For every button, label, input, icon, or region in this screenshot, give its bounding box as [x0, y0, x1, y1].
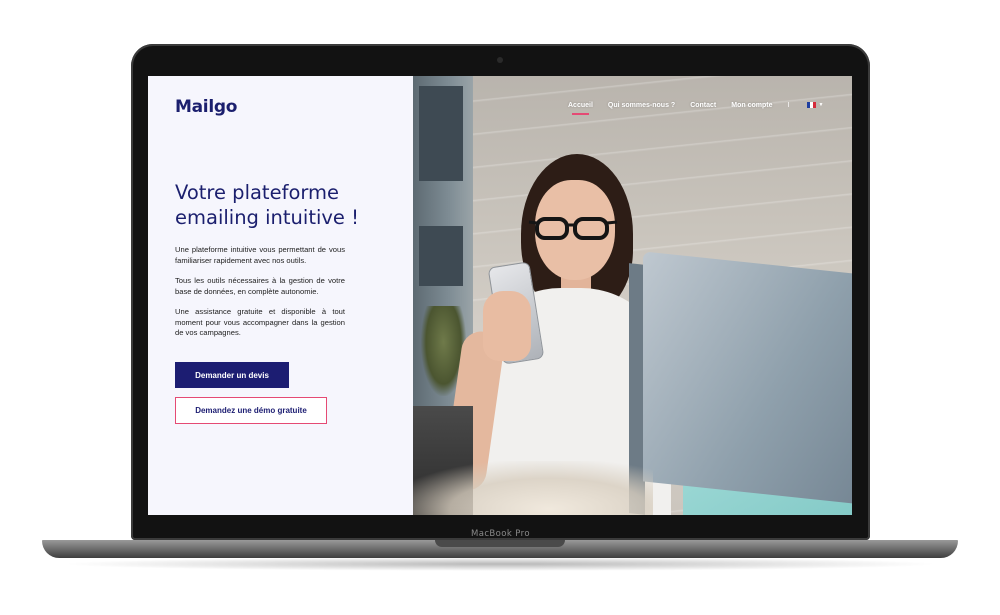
main-nav: Accueil Qui sommes-nous ? Contact Mon co…: [568, 98, 823, 115]
laptop-notch: [435, 540, 565, 547]
photo-foreground-blur: [413, 461, 653, 515]
free-demo-button[interactable]: Demandez une démo gratuite: [175, 397, 327, 424]
french-flag-icon[interactable]: [807, 102, 817, 108]
photo-woman-hand: [483, 291, 531, 361]
photo-glasses: [528, 217, 618, 240]
laptop-screen: Mailgo Votre plateforme emailing intuiti…: [148, 76, 852, 515]
hero-paragraph: Une assistance gratuite et disponible à …: [175, 307, 345, 337]
hero-photo: [413, 76, 852, 515]
photo-laptop: [643, 251, 852, 507]
request-quote-button[interactable]: Demander un devis: [175, 362, 289, 388]
site-logo[interactable]: Mailgo: [175, 97, 237, 117]
chevron-down-icon[interactable]: ▼: [818, 102, 823, 108]
hero-panel: Mailgo Votre plateforme emailing intuiti…: [148, 76, 413, 515]
bezel-label: MacBook Pro: [471, 529, 530, 539]
nav-item-contact[interactable]: Contact: [690, 102, 716, 109]
hero-paragraph: Une plateforme intuitive vous permettant…: [175, 245, 345, 265]
hero-title: Votre plateforme emailing intuitive !: [175, 181, 359, 229]
hero-paragraph: Tous les outils nécessaires à la gestion…: [175, 276, 345, 296]
laptop-base: [42, 540, 958, 558]
nav-item-accueil[interactable]: Accueil: [568, 102, 593, 115]
camera-icon: [497, 57, 503, 63]
nav-separator: I: [787, 101, 790, 109]
flag-stripe-red: [813, 102, 817, 108]
logo-text: Mailgo: [175, 97, 238, 117]
nav-item-qui-sommes-nous[interactable]: Qui sommes-nous ?: [608, 102, 675, 109]
laptop-shadow: [60, 557, 940, 571]
photo-shelf-block: [419, 86, 463, 181]
nav-item-mon-compte[interactable]: Mon compte: [731, 102, 772, 109]
photo-shelf-block: [419, 226, 463, 286]
